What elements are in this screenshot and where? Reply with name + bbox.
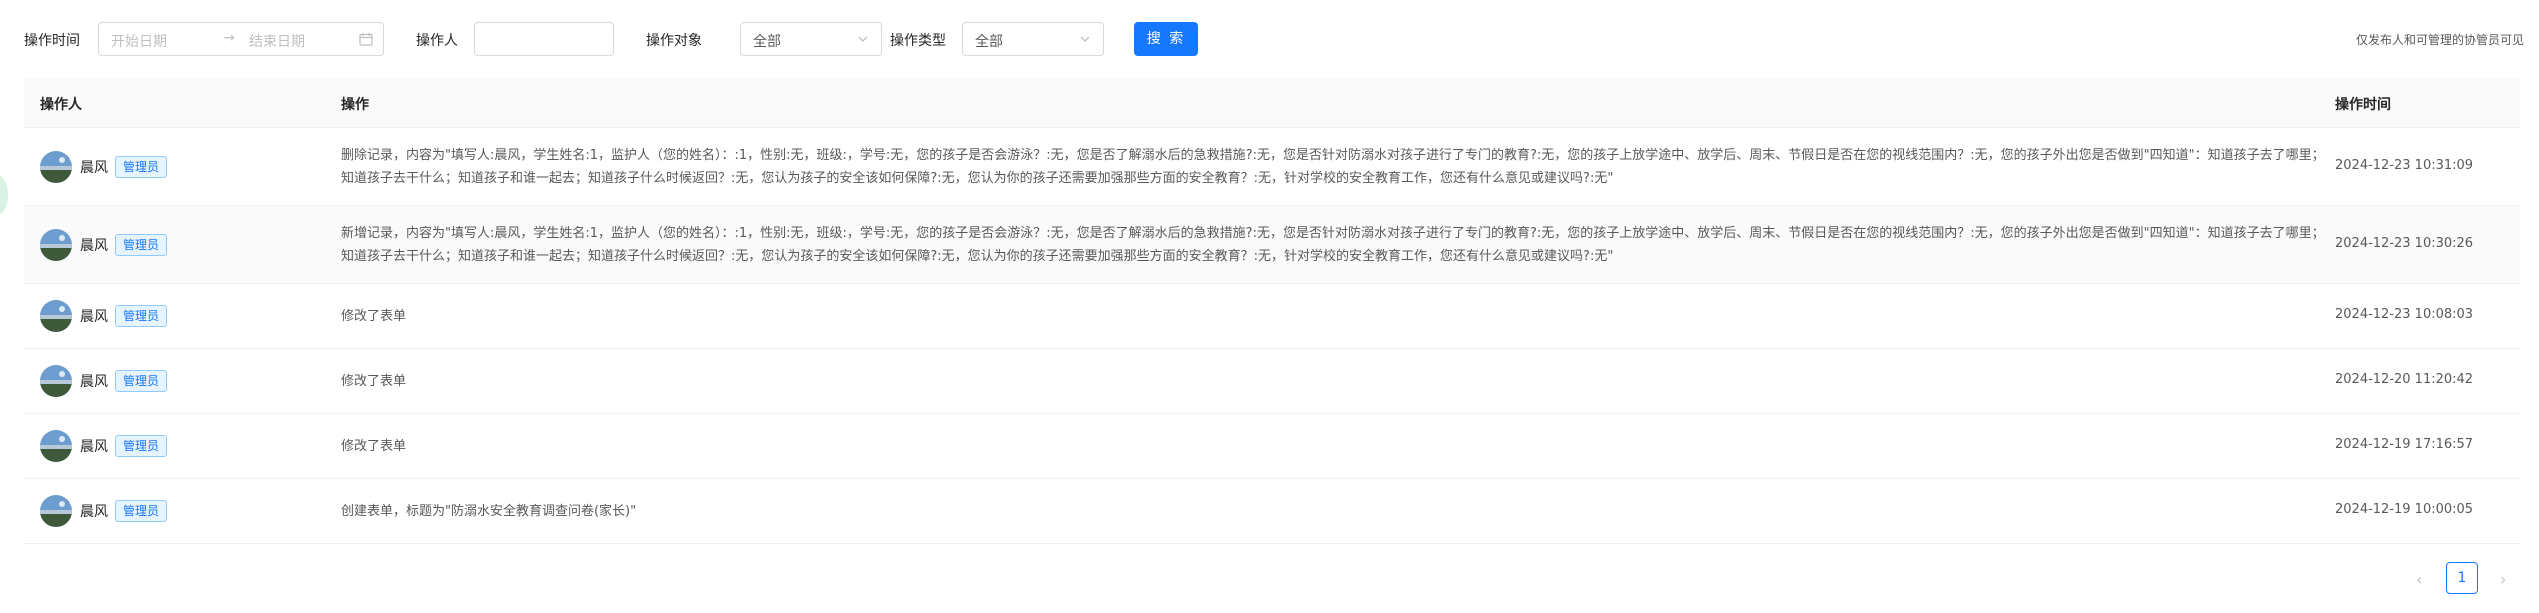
visibility-note: 仅发布人和可管理的协管员可见 bbox=[2355, 33, 2524, 47]
header-operator: 操作人 bbox=[40, 97, 82, 113]
search-button[interactable]: 搜 索 bbox=[1134, 22, 1198, 56]
operation-text: 新增记录，内容为"填写人:晨风，学生姓名:1，监护人（您的姓名）：:1，性别:无… bbox=[341, 226, 2325, 264]
target-filter-label: 操作对象 bbox=[646, 33, 702, 49]
table-row: 晨风 管理员 修改了表单 2024-12-19 17:16:57 bbox=[24, 414, 2520, 479]
operation-time: 2024-12-19 10:00:05 bbox=[2335, 502, 2474, 517]
operator-name: 晨风 bbox=[80, 309, 108, 325]
type-select[interactable]: 全部 bbox=[962, 22, 1104, 56]
operation-text: 修改了表单 bbox=[341, 439, 407, 454]
table-row: 晨风 管理员 删除记录，内容为"填写人:晨风，学生姓名:1，监护人（您的姓名）：… bbox=[24, 128, 2520, 206]
operation-text: 删除记录，内容为"填写人:晨风，学生姓名:1，监护人（您的姓名）：:1，性别:无… bbox=[341, 148, 2325, 186]
operation-log-table: 操作人 操作 操作时间 晨风 管理员 删除记录，内容为"填写人:晨风，学生姓名:… bbox=[24, 78, 2520, 544]
role-badge: 管理员 bbox=[115, 234, 168, 256]
table-header: 操作人 操作 操作时间 bbox=[24, 78, 2520, 128]
time-filter-label: 操作时间 bbox=[24, 33, 80, 49]
table-row: 晨风 管理员 修改了表单 2024-12-23 10:08:03 bbox=[24, 284, 2520, 349]
operator-filter-label: 操作人 bbox=[416, 33, 458, 49]
operation-time: 2024-12-20 11:20:42 bbox=[2335, 372, 2474, 387]
operation-time: 2024-12-23 10:30:26 bbox=[2335, 236, 2474, 251]
operation-time: 2024-12-23 10:31:09 bbox=[2335, 158, 2474, 173]
avatar bbox=[40, 300, 72, 332]
operator-name: 晨风 bbox=[80, 238, 108, 254]
operator-name: 晨风 bbox=[80, 504, 108, 520]
type-select-value: 全部 bbox=[975, 34, 1003, 50]
chevron-down-icon bbox=[858, 36, 868, 42]
header-operation: 操作 bbox=[341, 97, 369, 113]
operation-text: 创建表单，标题为"防溺水安全教育调查问卷(家长)" bbox=[341, 504, 637, 519]
table-row: 晨风 管理员 创建表单，标题为"防溺水安全教育调查问卷(家长)" 2024-12… bbox=[24, 479, 2520, 544]
operator-name: 晨风 bbox=[80, 374, 108, 390]
filter-bar: 操作时间 开始日期 → 结束日期 操作人 操作对象 全部 操作类型 全部 搜 索… bbox=[24, 22, 2524, 56]
role-badge: 管理员 bbox=[115, 156, 168, 178]
role-badge: 管理员 bbox=[115, 370, 168, 392]
avatar bbox=[40, 151, 72, 183]
target-select[interactable]: 全部 bbox=[740, 22, 882, 56]
avatar bbox=[40, 229, 72, 261]
end-date-input[interactable]: 结束日期 bbox=[249, 31, 305, 51]
table-row: 晨风 管理员 新增记录，内容为"填写人:晨风，学生姓名:1，监护人（您的姓名）：… bbox=[24, 206, 2520, 284]
avatar bbox=[40, 430, 72, 462]
type-filter-label: 操作类型 bbox=[890, 33, 946, 49]
operator-input[interactable] bbox=[474, 22, 614, 56]
operation-text: 修改了表单 bbox=[341, 309, 407, 324]
table-row: 晨风 管理员 修改了表单 2024-12-20 11:20:42 bbox=[24, 349, 2520, 414]
pagination: ‹ 1 › bbox=[2400, 562, 2520, 596]
role-badge: 管理员 bbox=[115, 500, 168, 522]
page-1-button[interactable]: 1 bbox=[2446, 562, 2478, 594]
next-page-button[interactable]: › bbox=[2500, 570, 2506, 589]
prev-page-button[interactable]: ‹ bbox=[2416, 570, 2422, 589]
target-select-value: 全部 bbox=[753, 34, 781, 50]
avatar bbox=[40, 495, 72, 527]
operation-time: 2024-12-19 17:16:57 bbox=[2335, 437, 2474, 452]
role-badge: 管理员 bbox=[115, 435, 168, 457]
calendar-icon bbox=[359, 33, 373, 46]
chevron-down-icon bbox=[1080, 36, 1090, 42]
role-badge: 管理员 bbox=[115, 305, 168, 327]
operation-text: 修改了表单 bbox=[341, 374, 407, 389]
operator-name: 晨风 bbox=[80, 160, 108, 176]
date-range-picker[interactable]: 开始日期 → 结束日期 bbox=[98, 22, 384, 56]
header-time: 操作时间 bbox=[2335, 97, 2391, 113]
floating-edge-handle bbox=[0, 175, 8, 215]
range-arrow-icon: → bbox=[223, 30, 235, 46]
avatar bbox=[40, 365, 72, 397]
operator-name: 晨风 bbox=[80, 439, 108, 455]
start-date-input[interactable]: 开始日期 bbox=[111, 31, 167, 51]
operation-time: 2024-12-23 10:08:03 bbox=[2335, 307, 2474, 322]
